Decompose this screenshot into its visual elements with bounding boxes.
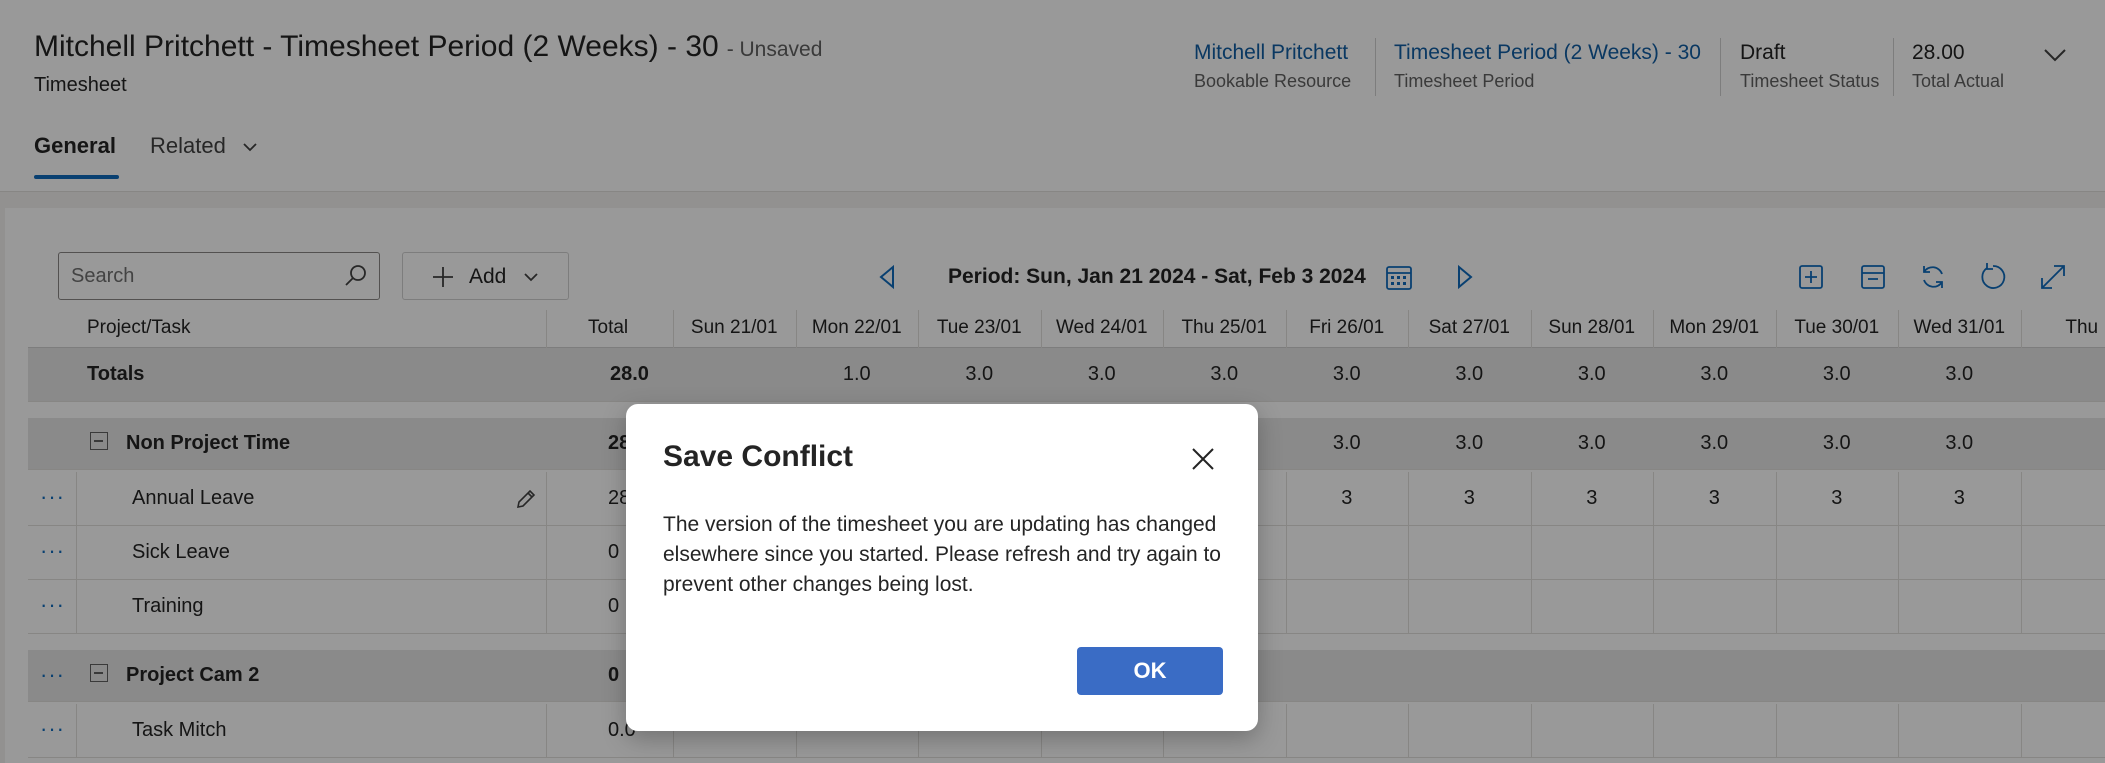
- save-conflict-dialog: Save Conflict The version of the timeshe…: [626, 404, 1258, 731]
- dialog-message: The version of the timesheet you are upd…: [663, 513, 1221, 596]
- dialog-title: Save Conflict: [663, 440, 854, 473]
- close-icon[interactable]: [1188, 444, 1218, 474]
- ok-button[interactable]: OK: [1077, 647, 1223, 695]
